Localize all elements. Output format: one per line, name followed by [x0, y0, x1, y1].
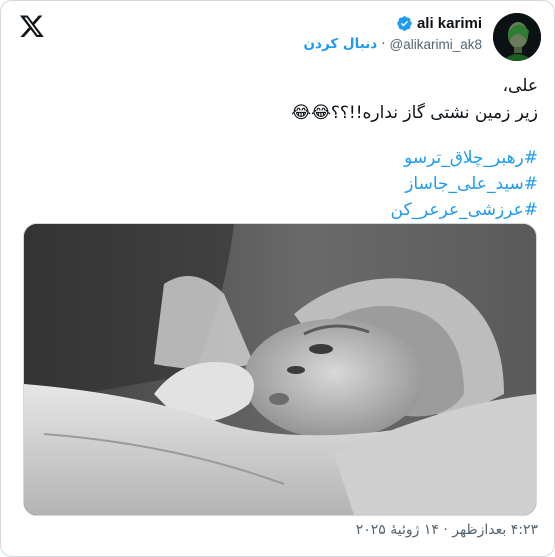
follow-button[interactable]: دنبال کردن: [304, 36, 378, 52]
hashtag-link[interactable]: #سید_علی_جاساز: [18, 171, 538, 197]
x-logo-icon[interactable]: [19, 13, 45, 39]
author-avatar[interactable]: [493, 13, 541, 61]
verified-badge-icon: [397, 16, 412, 31]
tweet-text-line-2-text: زیر زمین نشتی گاز نداره!!؟؟: [330, 103, 538, 123]
meta-separator: ·: [381, 36, 386, 52]
tweet-card: ali karimi دنبال کردن · @alikarimi_ak8 ع…: [0, 0, 555, 557]
tweet-text: علی، زیر زمین نشتی گاز نداره!!؟؟😂😂: [18, 73, 538, 127]
hashtag-link[interactable]: #رهبر_چلاق_ترسو: [18, 145, 538, 171]
tweet-timestamp[interactable]: ۴:۲۳ بعدازظهر · ۱۴ ژوئیهٔ ۲۰۲۵: [356, 522, 538, 538]
laughing-emoji-icon: 😂😂: [291, 103, 331, 123]
tweet-text-line-1: علی،: [502, 76, 538, 96]
tweet-media-image[interactable]: [23, 223, 537, 516]
name-row: ali karimi: [304, 15, 482, 32]
author-display-name[interactable]: ali karimi: [417, 15, 482, 32]
hashtag-list: #رهبر_چلاق_ترسو #سید_علی_جاساز #عرزشی_عر…: [18, 145, 538, 223]
tweet-text-line-2: زیر زمین نشتی گاز نداره!!؟؟😂😂: [18, 100, 538, 127]
author-meta-row: دنبال کردن · @alikarimi_ak8: [304, 36, 482, 52]
author-handle[interactable]: @alikarimi_ak8: [390, 37, 482, 52]
tweet-author: ali karimi دنبال کردن · @alikarimi_ak8: [304, 15, 482, 52]
hashtag-link[interactable]: #عرزشی_عرعر_کن: [18, 197, 538, 223]
